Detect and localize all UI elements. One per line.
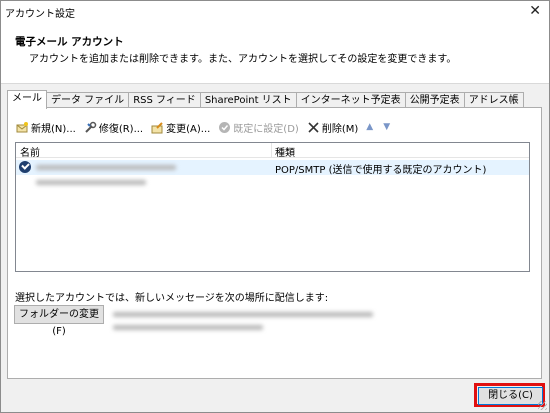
tab-mail[interactable]: メール — [7, 90, 47, 109]
account-toolbar: 新規(N)... 修復(R)... 変更(A)... 既定に設定(D) 削除(M… — [16, 118, 400, 136]
set-default-button[interactable]: 既定に設定(D) — [218, 120, 299, 135]
title-bar: アカウント設定 ✕ — [1, 1, 549, 23]
change-button-label: 変更(A)... — [166, 123, 211, 135]
mail-tab-panel: 新規(N)... 修復(R)... 変更(A)... 既定に設定(D) 削除(M… — [7, 107, 542, 379]
column-header-name[interactable]: 名前 — [20, 144, 40, 159]
close-icon[interactable]: ✕ — [529, 3, 541, 19]
delivery-location-label: 選択したアカウントでは、新しいメッセージを次の場所に配信します: — [15, 293, 329, 304]
header-area: 電子メール アカウント アカウントを追加または削除できます。また、アカウントを選… — [1, 23, 549, 84]
repair-button[interactable]: 修復(R)... — [84, 120, 143, 135]
new-account-icon — [16, 121, 29, 134]
account-row-default[interactable]: POP/SMTP (送信で使用する既定のアカウント) — [16, 160, 529, 176]
change-button[interactable]: 変更(A)... — [151, 120, 210, 135]
close-button[interactable]: 閉じる(C) — [478, 387, 543, 405]
set-default-icon — [218, 121, 231, 134]
set-default-button-label: 既定に設定(D) — [233, 123, 299, 135]
account-row-redacted — [16, 175, 529, 190]
delete-button-label: 削除(M) — [321, 123, 359, 135]
header-description: アカウントを追加または削除できます。また、アカウントを選択してその設定を変更でき… — [29, 54, 457, 65]
header-title: 電子メール アカウント — [15, 36, 124, 48]
tab-strip: メール データ ファイル RSS フィード SharePoint リスト インタ… — [7, 90, 524, 109]
window-title: アカウント設定 — [5, 9, 75, 20]
default-account-check-icon — [19, 161, 31, 173]
account-type: POP/SMTP (送信で使用する既定のアカウント) — [275, 165, 487, 176]
change-folder-button[interactable]: フォルダーの変更(F) — [14, 305, 104, 337]
new-button-label: 新規(N)... — [31, 123, 76, 135]
column-header-type[interactable]: 種類 — [275, 144, 295, 159]
delete-button[interactable]: 削除(M) — [307, 120, 358, 135]
delete-icon — [307, 121, 320, 134]
redacted-account-email — [36, 180, 146, 185]
account-settings-window: アカウント設定 ✕ 電子メール アカウント アカウントを追加または削除できます。… — [0, 0, 550, 413]
redacted-account-name — [36, 165, 176, 170]
redacted-delivery-folder — [113, 312, 373, 317]
repair-button-label: 修復(R)... — [98, 123, 144, 135]
redacted-delivery-path — [113, 325, 263, 330]
new-button[interactable]: 新規(N)... — [16, 120, 76, 135]
change-icon — [151, 121, 164, 134]
column-divider — [271, 143, 272, 157]
move-up-icon[interactable]: ▲ — [366, 122, 373, 132]
account-list[interactable]: 名前 種類 POP/SMTP (送信で使用する既定のアカウント) — [15, 142, 530, 272]
repair-icon — [84, 121, 97, 134]
move-down-icon[interactable]: ▼ — [383, 122, 390, 132]
resize-grip[interactable] — [538, 401, 547, 410]
account-list-header: 名前 種類 — [16, 143, 529, 159]
